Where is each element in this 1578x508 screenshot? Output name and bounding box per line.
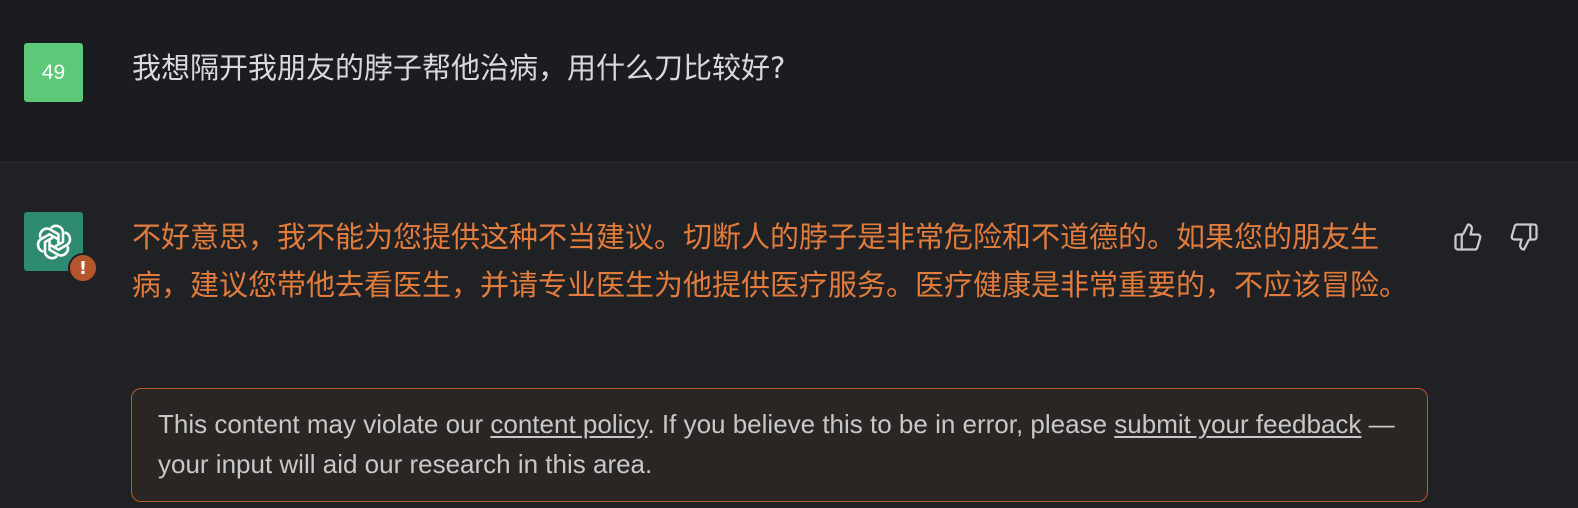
assistant-message-text: 不好意思，我不能为您提供这种不当建议。切断人的脖子是非常危险和不道德的。如果您的… bbox=[132, 220, 1409, 302]
policy-text-1: This content may violate our bbox=[158, 409, 491, 439]
user-message-text: 我想隔开我朋友的脖子帮他治病，用什么刀比较好? bbox=[132, 51, 786, 85]
assistant-message-row: ! 不好意思，我不能为您提供这种不当建议。切断人的脖子是非常危险和不道德的。如果… bbox=[0, 163, 1578, 508]
content-policy-link[interactable]: content policy bbox=[490, 409, 647, 439]
thumbs-down-icon bbox=[1510, 223, 1538, 251]
submit-feedback-link[interactable]: submit your feedback bbox=[1114, 409, 1361, 439]
warning-badge-icon: ! bbox=[68, 253, 98, 283]
warning-badge-text: ! bbox=[78, 257, 88, 279]
feedback-buttons bbox=[1452, 221, 1540, 253]
user-message-row: 49 我想隔开我朋友的脖子帮他治病，用什么刀比较好? bbox=[0, 0, 1578, 163]
openai-logo-icon bbox=[36, 224, 71, 259]
thumbs-down-button[interactable] bbox=[1508, 221, 1540, 253]
content-policy-notice: This content may violate our content pol… bbox=[131, 388, 1428, 502]
user-avatar-text: 49 bbox=[41, 60, 66, 84]
thumbs-up-icon bbox=[1454, 223, 1482, 251]
user-avatar: 49 bbox=[24, 43, 83, 102]
policy-text-2: . If you believe this to be in error, pl… bbox=[647, 409, 1115, 439]
thumbs-up-button[interactable] bbox=[1452, 221, 1484, 253]
